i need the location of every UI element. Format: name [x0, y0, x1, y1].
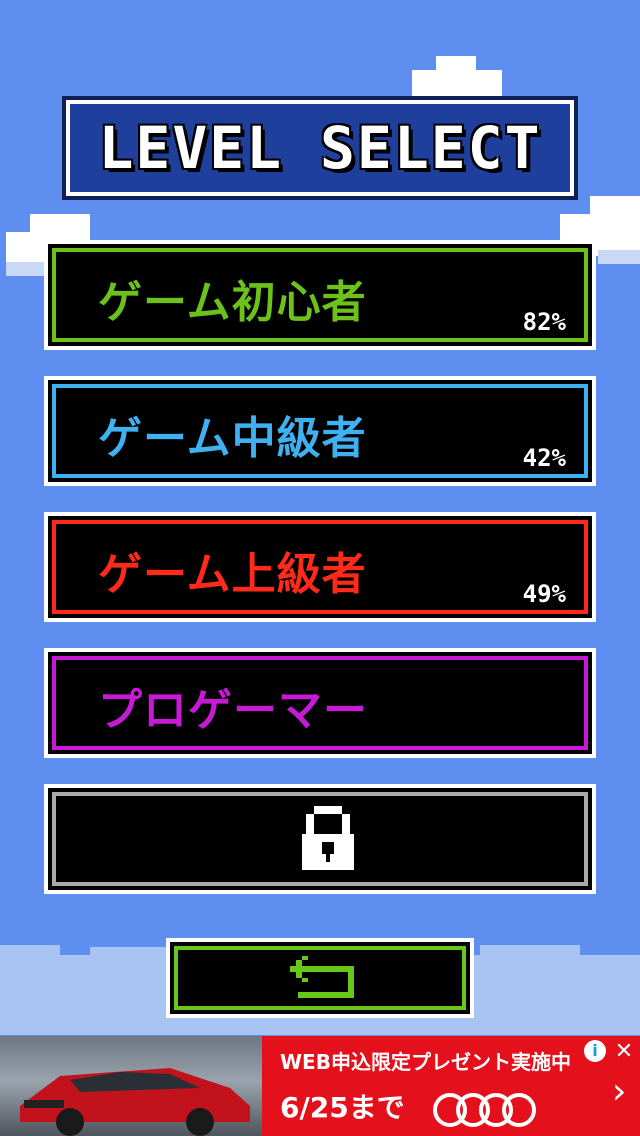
level-advanced-button[interactable]: ゲーム上級者 49%: [44, 512, 596, 622]
lock-icon: [302, 806, 354, 870]
level-pro-label: プロゲーマー: [98, 685, 368, 736]
ad-close-icon[interactable]: ✕: [612, 1040, 636, 1064]
level-advanced-progress: 49%: [522, 580, 566, 608]
audi-logo: [433, 1093, 536, 1127]
ad-car-image: [0, 1036, 262, 1136]
return-arrow-icon: [290, 956, 354, 998]
ad-banner[interactable]: WEB申込限定プレゼント実施中 6/25まで i ✕ ›: [0, 1036, 640, 1136]
title-banner: LEVEL SELECT: [62, 96, 578, 200]
level-pro-button[interactable]: プロゲーマー: [44, 648, 596, 758]
back-button[interactable]: [166, 938, 474, 1018]
level-intermediate-progress: 42%: [522, 444, 566, 472]
ad-headline: WEB申込限定プレゼント実施中: [280, 1050, 571, 1074]
ad-arrow-icon[interactable]: ›: [612, 1072, 636, 1112]
level-intermediate-button[interactable]: ゲーム中級者 42%: [44, 376, 596, 486]
ad-subtext: 6/25まで: [280, 1091, 405, 1124]
level-beginner-label: ゲーム初心者: [98, 277, 367, 328]
level-intermediate-label: ゲーム中級者: [98, 413, 367, 464]
car-illustration: [20, 1068, 250, 1136]
level-locked-button[interactable]: [44, 784, 596, 894]
level-advanced-label: ゲーム上級者: [98, 549, 367, 600]
page-title: LEVEL SELECT: [98, 114, 542, 182]
level-beginner-button[interactable]: ゲーム初心者 82%: [44, 240, 596, 350]
ad-info-icon[interactable]: i: [584, 1040, 606, 1062]
level-beginner-progress: 82%: [522, 308, 566, 336]
